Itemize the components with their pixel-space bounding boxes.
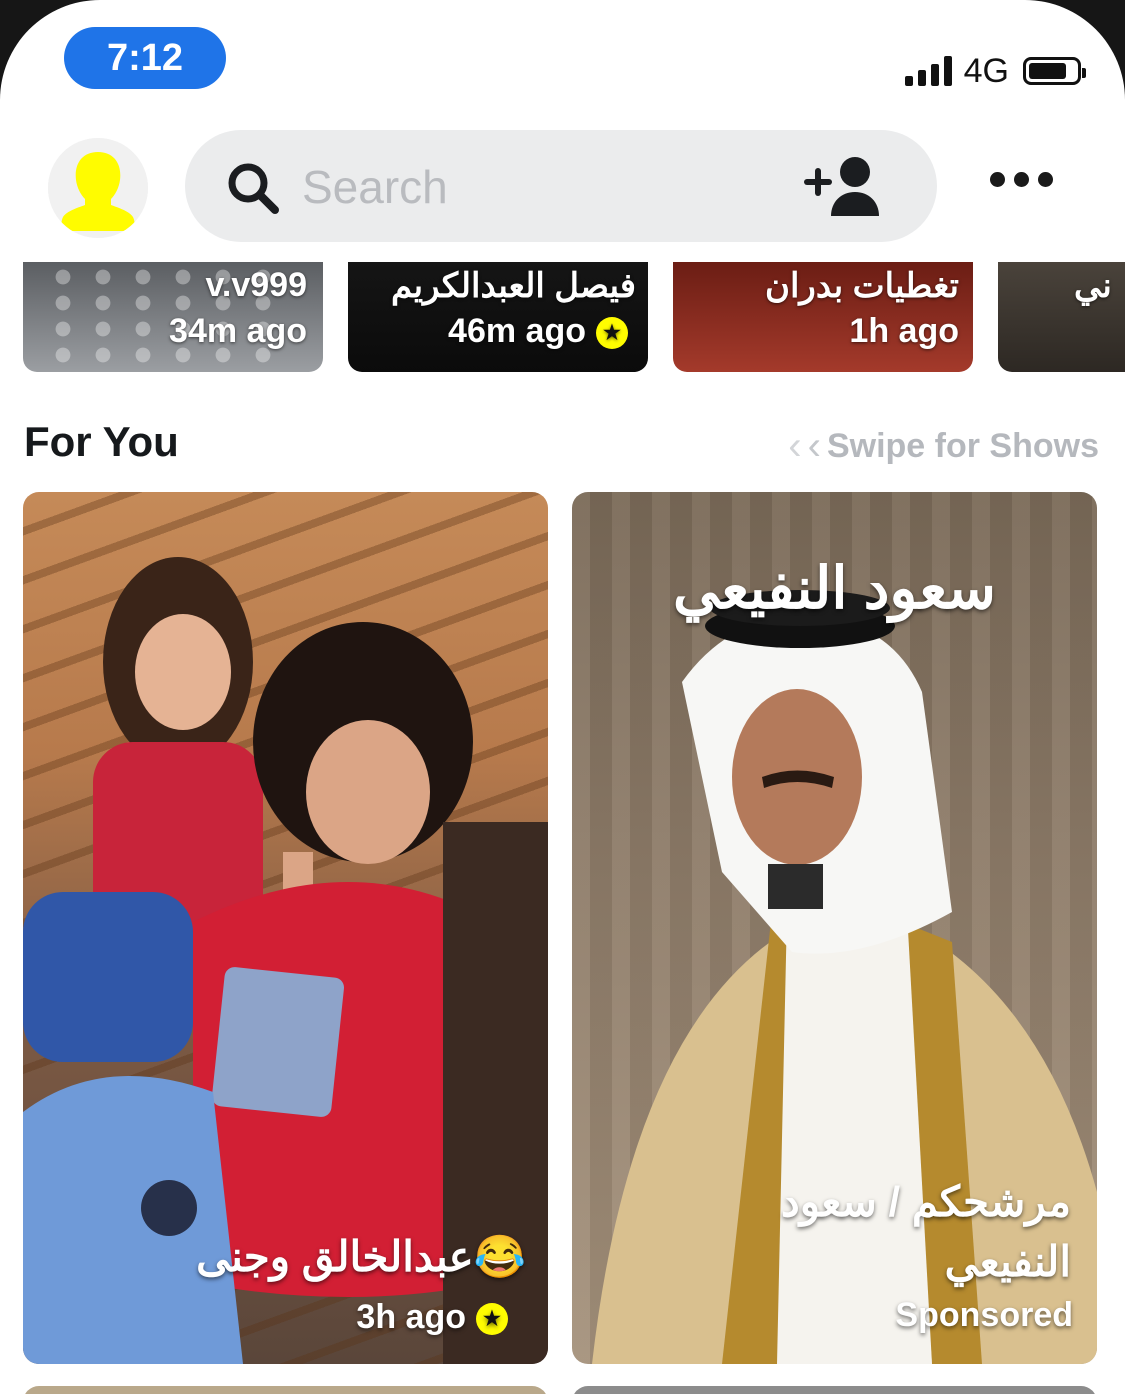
swipe-for-shows[interactable]: ‹ ‹ Swipe for Shows (788, 424, 1099, 469)
sponsored-label: Sponsored (895, 1296, 1073, 1334)
card-caption: عبدالخالق وجنى😂 (196, 1233, 526, 1280)
section-title: For You (24, 418, 179, 465)
story-title: تغطيات بدران (765, 267, 959, 305)
story-title: v.v999 (205, 266, 307, 304)
story-title: ني (1074, 267, 1112, 305)
story-time: 34m ago (169, 312, 307, 350)
card-caption: مرشحكم / سعود النفيعي (781, 1178, 1071, 1285)
signal-icon (904, 56, 952, 86)
star-badge-icon: ★ (476, 1303, 508, 1336)
story-tile[interactable]: تغطيات بدران 1h ago (673, 262, 973, 372)
sponsored-card[interactable]: سعود النفيعي مرشحكم / سعود النفيعي Spons… (572, 492, 1097, 1364)
chevron-left-icon: ‹ (807, 424, 821, 468)
search-bar[interactable] (185, 130, 937, 242)
profile-avatar[interactable] (48, 138, 148, 238)
status-indicators: 4G (904, 51, 1086, 90)
search-input[interactable] (300, 154, 784, 220)
network-type: 4G (963, 51, 1009, 90)
card-overlay-title: سعود النفيعي (673, 556, 996, 621)
for-you-card[interactable]: عبدالخالق وجنى😂 3h ago ★ (23, 492, 548, 1364)
star-badge-icon: ★ (596, 317, 628, 350)
avatar-icon (48, 138, 148, 238)
story-time: 46m ago (448, 312, 586, 350)
story-time: 1h ago (849, 312, 959, 350)
next-card-peek (23, 1386, 548, 1394)
next-card-peek (572, 1386, 1097, 1394)
more-icon[interactable] (990, 172, 1053, 187)
search-icon (228, 163, 279, 214)
card-time: 3h ago (356, 1298, 466, 1336)
app-screen: 7:12 4G v.v999 34m ago في (0, 0, 1125, 1394)
story-tile[interactable]: فيصل العبدالكريم 46m ago ★ (348, 262, 648, 372)
story-tile[interactable]: v.v999 34m ago (23, 262, 323, 372)
status-time: 7:12 (64, 27, 226, 89)
add-friend-icon[interactable] (803, 152, 883, 220)
story-title: فيصل العبدالكريم (391, 267, 636, 305)
chevron-left-icon: ‹ (788, 424, 802, 468)
story-tile[interactable]: ني (998, 262, 1125, 372)
battery-icon (1023, 57, 1086, 85)
swipe-hint: Swipe for Shows (826, 427, 1099, 465)
